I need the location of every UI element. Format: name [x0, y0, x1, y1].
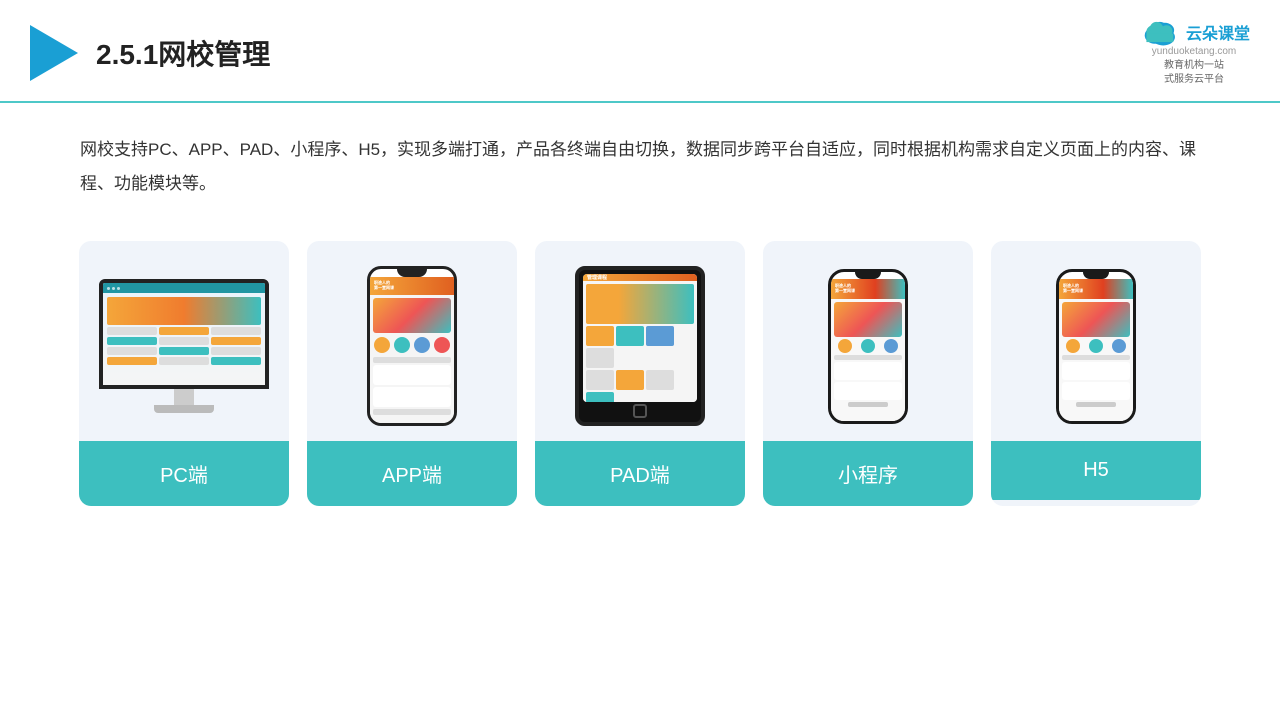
page-title: 2.5.1网校管理 [96, 33, 270, 73]
header-left: 2.5.1网校管理 [30, 25, 270, 81]
cards-section: PC端 职途人的第一堂网课 [0, 211, 1280, 506]
card-app-image: 职途人的第一堂网课 [307, 241, 517, 441]
h5-phone-icon: 职途人的第一堂网课 [1056, 269, 1136, 424]
brand-logo: 云朵课堂 [1138, 18, 1250, 46]
card-miniprogram-label: 小程序 [763, 441, 973, 506]
card-pad-label: PAD端 [535, 441, 745, 506]
card-miniprogram: 职途人的第一堂网课 [763, 241, 973, 506]
card-h5-image: 职途人的第一堂网课 [991, 241, 1201, 441]
tablet-device-icon: 管理课程 [575, 266, 705, 426]
card-pc: PC端 [79, 241, 289, 506]
card-pad-image: 管理课程 [535, 241, 745, 441]
brand-tagline: 教育机构一站式服务云平台 [1164, 59, 1224, 87]
card-app-label: APP端 [307, 441, 517, 506]
brand-url: yunduoketang.com [1152, 46, 1237, 57]
card-h5: 职途人的第一堂网课 [991, 241, 1201, 506]
card-h5-label: H5 [991, 441, 1201, 500]
cloud-icon [1138, 18, 1180, 46]
card-app: 职途人的第一堂网课 [307, 241, 517, 506]
header: 2.5.1网校管理 云朵课堂 yunduoketang.com 教育机构一站式服… [0, 0, 1280, 103]
phone-device-icon: 职途人的第一堂网课 [367, 266, 457, 426]
brand-section: 云朵课堂 yunduoketang.com 教育机构一站式服务云平台 [1138, 18, 1250, 87]
miniprogram-phone-icon: 职途人的第一堂网课 [828, 269, 908, 424]
card-pc-image [79, 241, 289, 441]
description-text: 网校支持PC、APP、PAD、小程序、H5，实现多端打通，产品各终端自由切换，数… [0, 103, 1280, 211]
card-pc-label: PC端 [79, 441, 289, 506]
description-content: 网校支持PC、APP、PAD、小程序、H5，实现多端打通，产品各终端自由切换，数… [80, 140, 1196, 193]
pc-monitor-icon [99, 279, 269, 413]
brand-name: 云朵课堂 [1186, 20, 1250, 44]
card-pad: 管理课程 [535, 241, 745, 506]
card-miniprogram-image: 职途人的第一堂网课 [763, 241, 973, 441]
monitor-screen [99, 279, 269, 389]
logo-triangle-icon [30, 25, 78, 81]
